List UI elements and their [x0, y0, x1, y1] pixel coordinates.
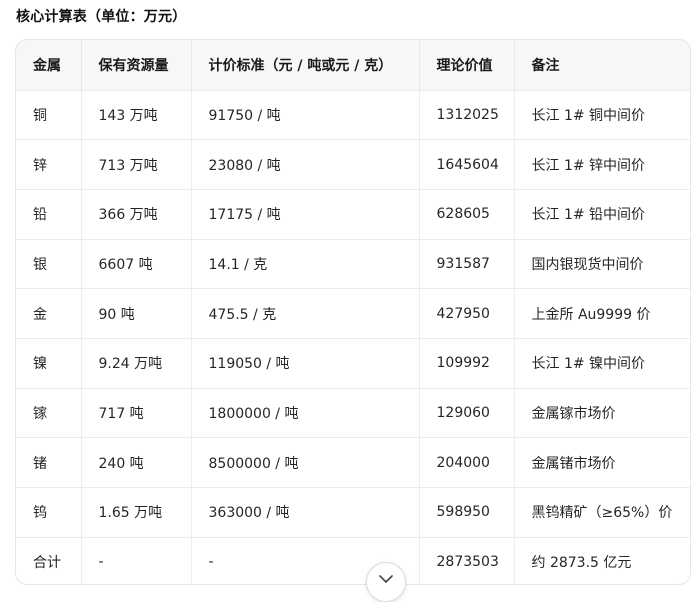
- table-row: 锗 240 吨 8500000 / 吨 204000 金属锗市场价: [16, 437, 690, 488]
- table-row: 铜 143 万吨 91750 / 吨 1312025 长江 1# 铜中间价: [16, 90, 690, 140]
- cell-reserves: 713 万吨: [81, 139, 192, 190]
- cell-remarks: 黑钨精矿（≥65%）价: [531, 505, 673, 522]
- cell-metal: 锌: [16, 139, 82, 190]
- cell-pricing: 91750 / 吨: [191, 90, 420, 140]
- cell-remarks: 金属镓市场价: [531, 405, 616, 422]
- cell-metal: 镍: [16, 338, 82, 389]
- table-row: 镓 717 吨 1800000 / 吨 129060 金属镓市场价: [16, 388, 690, 438]
- cell-remarks: 上金所 Au9999 价: [531, 306, 651, 323]
- header-metal: 金属: [16, 40, 82, 90]
- table-row: 金 90 吨 475.5 / 克 427950 上金所 Au9999 价: [16, 288, 690, 339]
- cell-value: 931587: [419, 239, 515, 289]
- table-row: 银 6607 吨 14.1 / 克 931587 国内银现货中间价: [16, 239, 690, 289]
- scroll-down-button[interactable]: [366, 562, 406, 602]
- cell-metal: 铜: [16, 90, 82, 140]
- cell-value: 204000: [419, 437, 515, 488]
- table-row: 铅 366 万吨 17175 / 吨 628605 长江 1# 铅中间价: [16, 189, 690, 240]
- cell-value: 1645604: [419, 139, 515, 190]
- cell-remarks: 约 2873.5 亿元: [531, 555, 632, 572]
- cell-value: 2873503: [419, 537, 515, 584]
- cell-metal: 银: [16, 239, 82, 289]
- cell-pricing: 1800000 / 吨: [191, 388, 420, 438]
- cell-pricing: 475.5 / 克: [191, 288, 420, 339]
- cell-metal: 金: [16, 288, 82, 339]
- cell-remarks: 长江 1# 镍中间价: [531, 356, 646, 373]
- table-header-row: 金属 保有资源量 计价标准（元 / 吨或元 / 克） 理论价值 备注: [16, 40, 690, 90]
- cell-pricing: 17175 / 吨: [191, 189, 420, 240]
- cell-remarks: 长江 1# 铜中间价: [531, 107, 646, 124]
- cell-remarks: 长江 1# 铅中间价: [531, 207, 646, 224]
- table-total-row: 合计 - - 2873503 约 2873.5 亿元: [16, 537, 690, 584]
- cell-reserves: 717 吨: [81, 388, 192, 438]
- cell-remarks: 长江 1# 锌中间价: [531, 157, 646, 174]
- cell-reserves: 6607 吨: [81, 239, 192, 289]
- cell-reserves: -: [81, 537, 192, 584]
- table-row: 镍 9.24 万吨 119050 / 吨 109992 长江 1# 镍中间价: [16, 338, 690, 389]
- cell-value: 1312025: [419, 90, 515, 140]
- cell-value: 598950: [419, 487, 515, 538]
- cell-metal: 钨: [16, 487, 82, 538]
- cell-remarks: 国内银现货中间价: [531, 256, 644, 273]
- cell-reserves: 1.65 万吨: [81, 487, 192, 538]
- cell-pricing: 119050 / 吨: [191, 338, 420, 389]
- header-remarks: 备注: [531, 57, 560, 74]
- header-reserves: 保有资源量: [81, 40, 192, 90]
- cell-value: 427950: [419, 288, 515, 339]
- header-pricing-standard: 计价标准（元 / 吨或元 / 克）: [191, 40, 420, 90]
- cell-value: 109992: [419, 338, 515, 389]
- cell-remarks: 金属锗市场价: [531, 455, 616, 472]
- cell-value: 129060: [419, 388, 515, 438]
- calculation-table: 金属 保有资源量 计价标准（元 / 吨或元 / 克） 理论价值 备注 铜 143…: [16, 40, 690, 584]
- cell-pricing: 14.1 / 克: [191, 239, 420, 289]
- cell-pricing: 8500000 / 吨: [191, 437, 420, 488]
- cell-pricing: 23080 / 吨: [191, 139, 420, 190]
- table-title: 核心计算表（单位：万元）: [16, 9, 187, 25]
- cell-metal: 铅: [16, 189, 82, 240]
- cell-pricing: 363000 / 吨: [191, 487, 420, 538]
- header-theoretical-value: 理论价值: [419, 40, 515, 90]
- calculation-table-container[interactable]: 金属 保有资源量 计价标准（元 / 吨或元 / 克） 理论价值 备注 铜 143…: [15, 39, 691, 585]
- cell-reserves: 90 吨: [81, 288, 192, 339]
- cell-metal: 镓: [16, 388, 82, 438]
- cell-metal: 锗: [16, 437, 82, 488]
- table-row: 锌 713 万吨 23080 / 吨 1645604 长江 1# 锌中间价: [16, 139, 690, 190]
- cell-value: 628605: [419, 189, 515, 240]
- table-row: 钨 1.65 万吨 363000 / 吨 598950 黑钨精矿（≥65%）价: [16, 487, 690, 538]
- cell-metal: 合计: [16, 537, 82, 584]
- cell-reserves: 366 万吨: [81, 189, 192, 240]
- cell-reserves: 240 吨: [81, 437, 192, 488]
- cell-reserves: 143 万吨: [81, 90, 192, 140]
- cell-reserves: 9.24 万吨: [81, 338, 192, 389]
- chevron-down-icon: [379, 575, 393, 583]
